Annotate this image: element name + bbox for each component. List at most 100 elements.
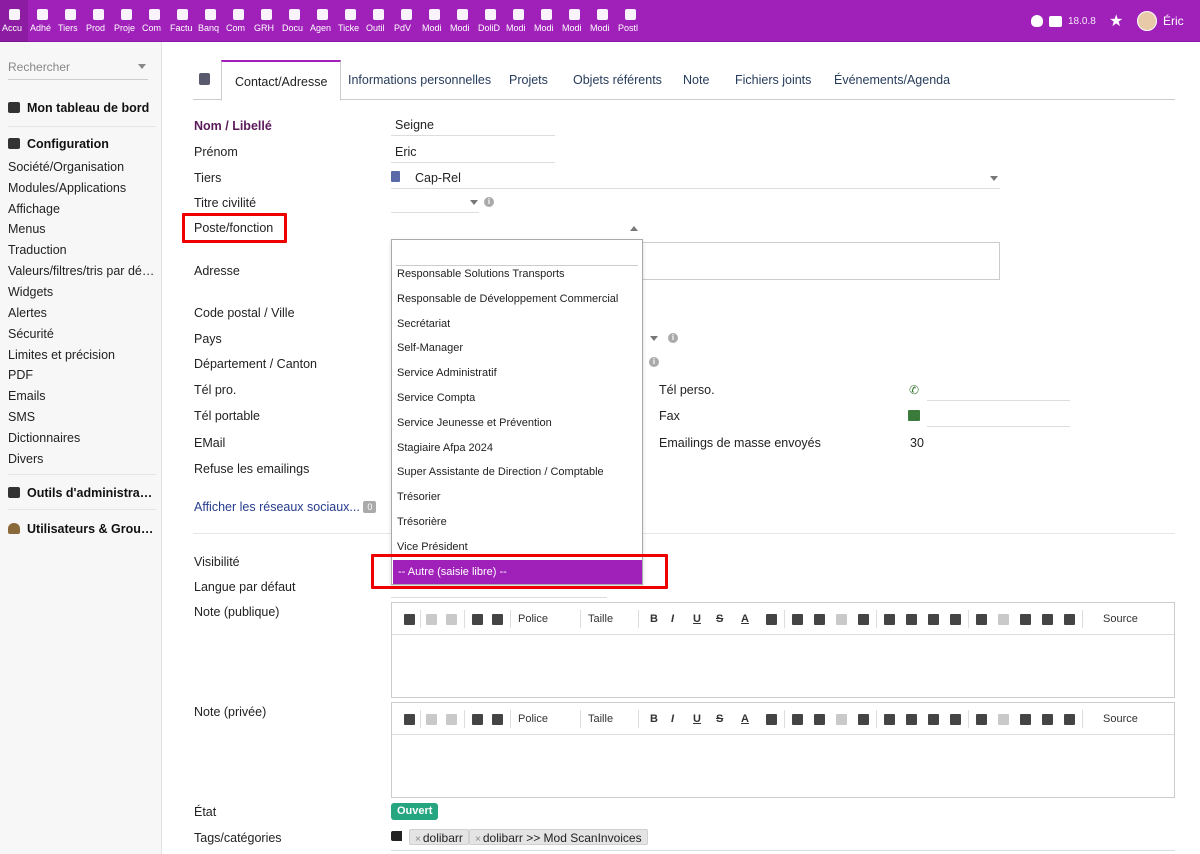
image-icon[interactable]: [1020, 714, 1031, 725]
table-icon[interactable]: [1042, 614, 1053, 625]
indent-icon[interactable]: [858, 614, 869, 625]
top-menu-item[interactable]: Docu: [280, 0, 308, 42]
dropdown-option[interactable]: Service Compta: [392, 386, 642, 410]
dropdown-option[interactable]: Responsable Solutions Transports: [392, 262, 642, 286]
strike-button[interactable]: S: [716, 612, 723, 626]
table-icon[interactable]: [1042, 714, 1053, 725]
align-center-icon[interactable]: [906, 614, 917, 625]
link-icon[interactable]: [976, 714, 987, 725]
dropdown-option[interactable]: Self-Manager: [392, 336, 642, 360]
top-menu-item[interactable]: Modi: [448, 0, 476, 42]
redo-icon[interactable]: [446, 614, 457, 625]
tab-fichiers-joints[interactable]: Fichiers joints: [722, 60, 824, 100]
dropdown-option[interactable]: Stagiaire Afpa 2024: [392, 436, 642, 460]
source-button[interactable]: Source: [1090, 612, 1138, 626]
tab-evenements-agenda[interactable]: Événements/Agenda: [821, 60, 963, 100]
align-center-icon[interactable]: [906, 714, 917, 725]
sidebar-config-item[interactable]: SMS: [8, 410, 156, 424]
taille-select[interactable]: Taille: [588, 712, 613, 726]
top-menu-item[interactable]: Modi: [588, 0, 616, 42]
strike-button[interactable]: S: [716, 712, 723, 726]
dropdown-option[interactable]: Trésorier: [392, 485, 642, 509]
maximize-icon[interactable]: [404, 614, 415, 625]
sidebar-admin-tools[interactable]: Outils d'administrati…: [8, 486, 156, 500]
unlink-icon[interactable]: [998, 614, 1009, 625]
chevron-down-icon[interactable]: [650, 336, 658, 341]
taille-select[interactable]: Taille: [588, 612, 613, 626]
sidebar-config-item[interactable]: PDF: [8, 368, 156, 382]
underline-button[interactable]: U: [693, 612, 701, 626]
align-left-icon[interactable]: [884, 714, 895, 725]
outdent-icon[interactable]: [836, 614, 847, 625]
italic-button[interactable]: I: [671, 612, 674, 626]
tiers-select[interactable]: Cap-Rel: [415, 171, 461, 185]
numbered-list-icon[interactable]: [792, 714, 803, 725]
sidebar-users-groups[interactable]: Utilisateurs & Group…: [8, 522, 156, 536]
tab-projets[interactable]: Projets: [496, 60, 561, 100]
hr-icon[interactable]: [1064, 714, 1075, 725]
sidebar-config-item[interactable]: Limites et précision: [8, 348, 156, 362]
search-select[interactable]: Rechercher: [8, 60, 148, 80]
adresse-textarea[interactable]: [642, 242, 1000, 280]
sidebar-config-item[interactable]: Valeurs/filtres/tris par déf…: [8, 264, 156, 278]
top-menu-item[interactable]: Adhé: [28, 0, 56, 42]
prenom-input[interactable]: Eric: [395, 145, 417, 159]
top-menu-item[interactable]: DoliD: [476, 0, 504, 42]
sidebar-config-item[interactable]: Société/Organisation: [8, 160, 156, 174]
dropdown-option[interactable]: Trésorière: [392, 510, 642, 534]
tab-objets-referents[interactable]: Objets référents: [560, 60, 675, 100]
numbered-list-icon[interactable]: [792, 614, 803, 625]
font-color-button[interactable]: A: [741, 612, 749, 626]
replace-icon[interactable]: [492, 614, 503, 625]
social-networks-link[interactable]: Afficher les réseaux sociaux... 0: [194, 500, 377, 514]
hr-icon[interactable]: [1064, 614, 1075, 625]
top-menu-item[interactable]: Ticke: [336, 0, 364, 42]
unlink-icon[interactable]: [998, 714, 1009, 725]
remove-icon[interactable]: ×: [475, 834, 481, 845]
note-public-editor[interactable]: Police Taille B I U S A Source: [391, 602, 1175, 698]
justify-icon[interactable]: [950, 714, 961, 725]
bullet-list-icon[interactable]: [814, 614, 825, 625]
source-button[interactable]: Source: [1090, 712, 1138, 726]
italic-button[interactable]: I: [671, 712, 674, 726]
top-menu-item[interactable]: Modi: [504, 0, 532, 42]
police-select[interactable]: Police: [518, 612, 548, 626]
link-icon[interactable]: [976, 614, 987, 625]
tab-contact-adresse[interactable]: Contact/Adresse: [221, 60, 342, 101]
bold-button[interactable]: B: [650, 612, 658, 626]
top-menu-item[interactable]: Com: [140, 0, 168, 42]
note-private-editor[interactable]: Police Taille B I U S A Source: [391, 702, 1175, 798]
top-menu-item[interactable]: Tiers: [56, 0, 84, 42]
font-color-button[interactable]: A: [741, 712, 749, 726]
top-menu-item[interactable]: Postl: [616, 0, 644, 42]
top-menu-item[interactable]: Factu: [168, 0, 196, 42]
top-menu-item[interactable]: PdV: [392, 0, 420, 42]
sidebar-config-item[interactable]: Alertes: [8, 306, 156, 320]
tag-chip[interactable]: × dolibarr: [409, 829, 469, 845]
sidebar-configuration[interactable]: Configuration: [8, 137, 156, 151]
chevron-up-icon[interactable]: [630, 226, 638, 231]
top-menu-item[interactable]: Modi: [532, 0, 560, 42]
find-icon[interactable]: [472, 614, 483, 625]
sidebar-config-item[interactable]: Traduction: [8, 243, 156, 257]
dropdown-option[interactable]: Secrétariat: [392, 312, 642, 336]
user-menu[interactable]: Éric: [1137, 0, 1184, 42]
top-menu-item[interactable]: Modi: [420, 0, 448, 42]
sidebar-config-item[interactable]: Divers: [8, 452, 156, 466]
sidebar-config-item[interactable]: Modules/Applications: [8, 181, 156, 195]
top-menu-item[interactable]: Proje: [112, 0, 140, 42]
underline-button[interactable]: U: [693, 712, 701, 726]
top-menu-item[interactable]: GRH: [252, 0, 280, 42]
bullet-list-icon[interactable]: [814, 714, 825, 725]
chevron-down-icon[interactable]: [470, 200, 478, 205]
maximize-icon[interactable]: [404, 714, 415, 725]
nom-input[interactable]: Seigne: [395, 118, 434, 132]
top-menu-item[interactable]: Banq: [196, 0, 224, 42]
align-right-icon[interactable]: [928, 614, 939, 625]
align-left-icon[interactable]: [884, 614, 895, 625]
sidebar-config-item[interactable]: Dictionnaires: [8, 431, 156, 445]
dropdown-option[interactable]: Super Assistante de Direction / Comptabl…: [392, 460, 642, 484]
sidebar-config-item[interactable]: Emails: [8, 389, 156, 403]
top-menu-item[interactable]: Outil: [364, 0, 392, 42]
bug-icon[interactable]: [1031, 0, 1045, 42]
